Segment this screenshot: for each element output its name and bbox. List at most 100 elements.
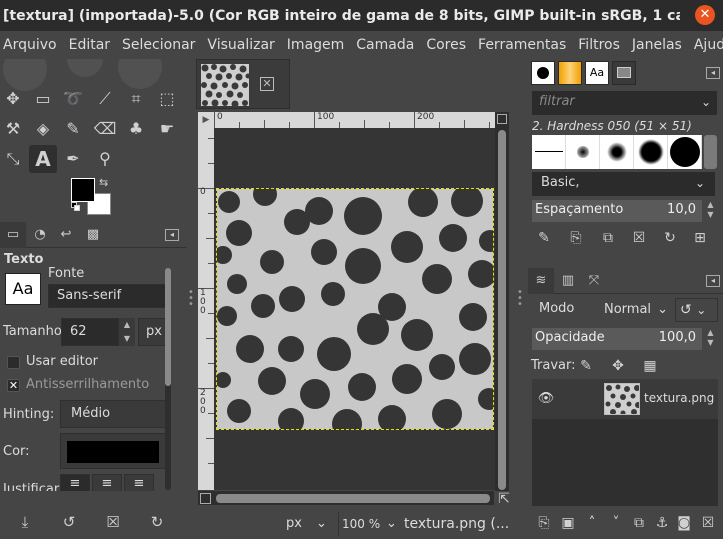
lock-alpha-icon[interactable]: ▦ xyxy=(640,356,660,376)
menu-cores[interactable]: Cores xyxy=(423,37,469,53)
justify-center-button[interactable]: ≡ xyxy=(124,474,154,491)
zoom-tool-icon[interactable]: ⚲ xyxy=(92,146,118,172)
tab-channels[interactable]: ▥ xyxy=(555,268,581,294)
delete-layer-icon[interactable]: ☒ xyxy=(698,513,718,533)
brush-item-selected[interactable] xyxy=(668,135,702,169)
rect-select-tool-icon[interactable]: ▭ xyxy=(30,86,56,112)
menu-ferramentas[interactable]: Ferramentas xyxy=(475,37,569,53)
layer-name[interactable]: textura.png xyxy=(644,391,714,405)
menu-imagem[interactable]: Imagem xyxy=(284,37,347,53)
tab-device-status[interactable]: ◔ xyxy=(27,222,53,248)
toggle-quick-mask-icon[interactable] xyxy=(200,493,211,504)
lock-position-icon[interactable]: ✥ xyxy=(608,356,628,376)
menu-janelas[interactable]: Janelas xyxy=(629,37,685,53)
clone-tool-icon[interactable]: ♣ xyxy=(123,116,149,142)
delete-brush-icon[interactable]: ☒ xyxy=(629,228,649,248)
dock-menu-icon[interactable]: ◂ xyxy=(165,229,179,241)
brush-preset-select[interactable]: Basic, ⌄ xyxy=(532,172,715,196)
raise-layer-icon[interactable]: ˄ xyxy=(582,513,602,533)
eye-icon[interactable]: 👁 xyxy=(537,391,555,406)
menu-ajuda[interactable]: Ajuda xyxy=(691,37,723,53)
warp-transform-tool-icon[interactable]: ⚒ xyxy=(0,116,26,142)
justify-left-button[interactable]: ≡ xyxy=(60,474,90,491)
tab-paths[interactable]: ⤧ xyxy=(581,268,607,294)
font-input[interactable]: Sans-serif xyxy=(48,284,166,308)
brush-item[interactable] xyxy=(532,135,566,169)
anchor-layer-icon[interactable]: ⚓ xyxy=(652,513,672,533)
duplicate-layer-icon[interactable]: ⧉ xyxy=(629,513,649,533)
brush-grid-scrollbar[interactable] xyxy=(704,135,717,169)
crop-tool-icon[interactable]: ⌗ xyxy=(123,86,149,112)
menu-visualizar[interactable]: Visualizar xyxy=(204,37,277,53)
menu-selecionar[interactable]: Selecionar xyxy=(119,37,198,53)
new-brush-icon[interactable]: ⎘ xyxy=(566,228,586,248)
restore-options-icon[interactable]: ↺ xyxy=(58,513,80,531)
bucket-fill-tool-icon[interactable]: ◈ xyxy=(30,116,56,142)
lower-layer-icon[interactable]: ˅ xyxy=(606,513,626,533)
font-preview-button[interactable]: Aa xyxy=(5,273,41,305)
tab-layers[interactable]: ≋ xyxy=(528,268,554,294)
open-as-image-icon[interactable]: ⊞ xyxy=(690,228,710,248)
use-editor-checkbox[interactable] xyxy=(7,356,20,369)
composite-mode-select[interactable]: ↺ ⌄ xyxy=(675,298,718,322)
zoom-follow-icon[interactable] xyxy=(497,114,507,124)
menu-filtros[interactable]: Filtros xyxy=(575,37,623,53)
hinting-select[interactable]: Médio xyxy=(60,400,166,428)
tab-tool-options[interactable]: ▭ xyxy=(0,222,26,248)
horizontal-scroll-thumb[interactable] xyxy=(216,494,490,503)
brush-grid[interactable] xyxy=(532,135,702,169)
canvas-horizontal-scrollbar[interactable] xyxy=(198,491,494,505)
size-decrement-icon[interactable]: ▼ xyxy=(119,332,135,346)
duplicate-brush-icon[interactable]: ⧉ xyxy=(598,228,618,248)
paintbrush-tool-icon[interactable]: ✎ xyxy=(60,116,86,142)
antialias-checkbox[interactable]: ✕ xyxy=(7,379,20,392)
image-canvas[interactable] xyxy=(216,188,494,430)
swap-colors-icon[interactable]: ⇆ xyxy=(99,176,108,189)
spacing-spin-icon[interactable]: ▲ ▼ xyxy=(704,200,717,222)
size-unit-select[interactable]: px xyxy=(138,318,166,346)
smudge-tool-icon[interactable]: ☛ xyxy=(154,116,180,142)
new-layer-icon[interactable]: ⎘ xyxy=(534,513,554,533)
spacing-slider[interactable]: Espaçamento 10,0 xyxy=(532,200,702,222)
unit-select[interactable]: px ⌄ xyxy=(286,513,334,535)
layer-row[interactable]: 👁 textura.png xyxy=(532,379,718,419)
close-image-tab-icon[interactable]: ✕ xyxy=(260,77,274,91)
tab-brushes[interactable] xyxy=(531,61,555,85)
opacity-slider[interactable]: Opacidade 100,0 xyxy=(532,328,702,350)
tab-patterns[interactable] xyxy=(558,61,582,85)
menu-arquivo[interactable]: Arquivo xyxy=(0,37,60,53)
opacity-spin-icon[interactable]: ▲ ▼ xyxy=(704,328,717,350)
mode-select[interactable]: Normal ⌄ xyxy=(600,298,670,322)
new-layer-group-icon[interactable]: ▣ xyxy=(558,513,578,533)
lock-pixels-icon[interactable]: ✎ xyxy=(576,356,596,376)
reset-options-icon[interactable]: ↻ xyxy=(146,513,168,531)
brush-item[interactable] xyxy=(634,135,668,169)
image-tab[interactable]: ✕ xyxy=(196,59,290,109)
lasso-tool-icon[interactable]: ➰ xyxy=(60,86,86,112)
edit-brush-icon[interactable]: ✎ xyxy=(534,228,554,248)
text-color-button[interactable] xyxy=(60,433,166,469)
paths-tool-icon[interactable]: ⤡ xyxy=(0,146,26,172)
brush-item[interactable] xyxy=(566,135,600,169)
reset-colors-icon[interactable] xyxy=(71,202,81,212)
scrollbar-thumb[interactable] xyxy=(165,268,171,386)
tab-document-history[interactable] xyxy=(612,61,636,85)
color-picker-tool-icon[interactable]: ✒ xyxy=(60,146,86,172)
eraser-tool-icon[interactable]: ⌫ xyxy=(92,116,118,142)
save-options-icon[interactable]: ⤓ xyxy=(14,513,36,531)
menu-camada[interactable]: Camada xyxy=(353,37,417,53)
zoom-select[interactable]: 100 % ⌄ xyxy=(342,513,402,535)
justify-right-button[interactable]: ≡ xyxy=(92,474,122,491)
mask-layer-icon[interactable]: ◙ xyxy=(674,513,694,533)
canvas-vertical-scrollbar[interactable] xyxy=(495,112,509,491)
tab-undo-history[interactable]: ↩ xyxy=(53,222,79,248)
menu-editar[interactable]: Editar xyxy=(66,37,113,53)
brush-item[interactable] xyxy=(600,135,634,169)
tool-options-scrollbar[interactable] xyxy=(165,268,171,490)
right-dock-handle[interactable]: • • • xyxy=(517,288,523,310)
refresh-brushes-icon[interactable]: ↻ xyxy=(660,228,680,248)
tab-fonts[interactable]: Aa xyxy=(585,61,609,85)
tab-images[interactable]: ▩ xyxy=(80,222,106,248)
quick-mask-corner-icon[interactable]: ▶ xyxy=(198,112,214,128)
dock-menu-icon[interactable]: ◂ xyxy=(706,275,720,287)
